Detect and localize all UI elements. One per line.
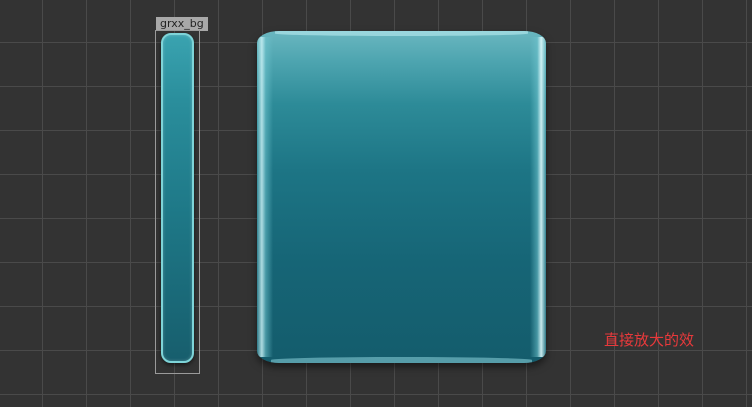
panel-top-rim — [275, 31, 528, 36]
panel-right-edge-highlight — [530, 37, 546, 357]
enlarged-panel-preview — [257, 31, 546, 363]
panel-left-edge-highlight — [257, 37, 273, 357]
asset-name-label: grxx_bg — [156, 17, 208, 31]
panel-bottom-rim — [271, 357, 532, 363]
annotation-caption: 直接放大的效 — [604, 331, 695, 349]
slim-panel-asset[interactable] — [161, 33, 194, 363]
